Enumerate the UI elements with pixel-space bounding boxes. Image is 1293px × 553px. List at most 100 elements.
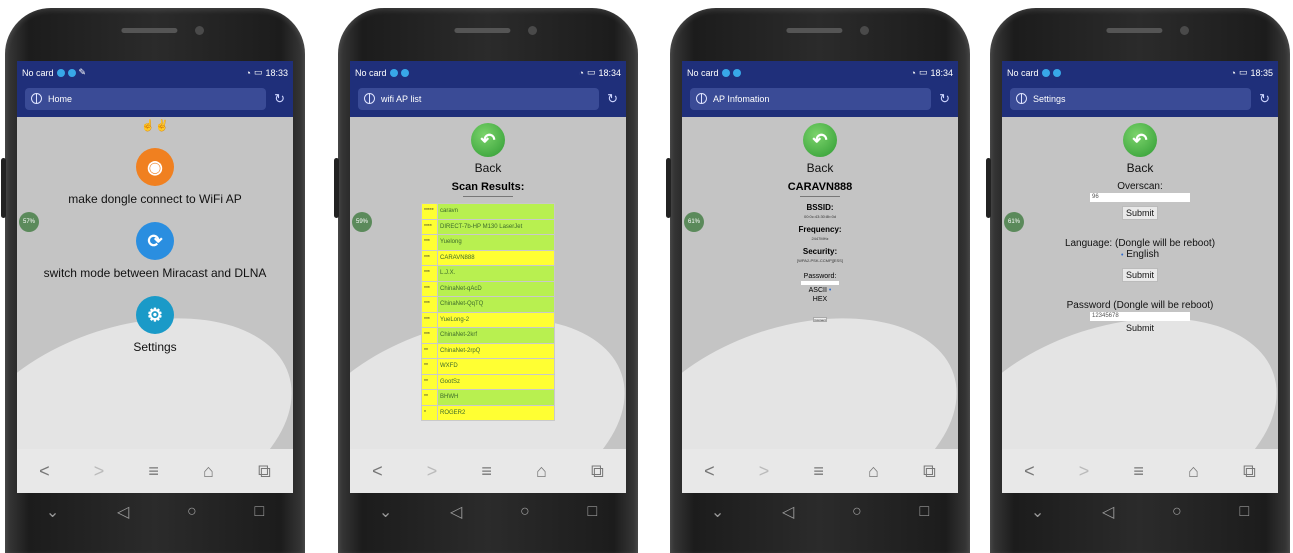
tabs-icon[interactable]: ⧉	[591, 461, 604, 482]
tabs-icon[interactable]: ⧉	[258, 461, 271, 482]
table-row[interactable]: * ROGER2	[421, 404, 555, 421]
chevron-down-icon[interactable]: ⌄	[711, 502, 724, 522]
ssid-link[interactable]: L.J.X.	[437, 265, 555, 282]
table-row[interactable]: *** YueLong-2	[421, 311, 555, 328]
home-icon[interactable]: ⌂	[203, 461, 214, 482]
connect-button[interactable]: Connect	[813, 317, 827, 322]
rss-icon: ◉	[136, 148, 174, 186]
refresh-icon[interactable]: ↻	[939, 91, 950, 107]
back-button[interactable]: ↶ Back	[1002, 123, 1278, 175]
recent-apps-icon[interactable]: □	[254, 503, 264, 521]
table-row[interactable]: ** BHWH	[421, 389, 555, 406]
table-row[interactable]: *** L.J.X.	[421, 265, 555, 282]
screen: No card ◔ ▭ 18:34 wifi AP list ↻ ↶ Back Sc…	[350, 61, 626, 493]
back-nav-icon[interactable]: <	[1024, 461, 1035, 482]
home-icon[interactable]: ⌂	[1188, 461, 1199, 482]
url-input[interactable]: Home	[25, 87, 267, 110]
url-input[interactable]: Settings	[1010, 87, 1252, 110]
back-icon[interactable]: ◁	[782, 502, 794, 522]
refresh-icon[interactable]: ↻	[1259, 91, 1270, 107]
ssid-link[interactable]: BHWH	[437, 389, 555, 406]
ssid-link[interactable]: Yuelong	[437, 234, 555, 251]
menu-icon[interactable]: ≡	[148, 461, 159, 482]
table-row[interactable]: *** CARAVN888	[421, 249, 555, 266]
ssid-link[interactable]: ChinaNet-2krf	[437, 327, 555, 344]
tabs-icon[interactable]: ⧉	[1243, 461, 1256, 482]
table-row[interactable]: *** ChinaNet-QqTQ	[421, 296, 555, 313]
menu-item-settings[interactable]: ⚙ Settings	[17, 296, 293, 354]
table-row[interactable]: ** GootSz	[421, 373, 555, 390]
screen: No card ✎ ◔ ▭ 18:33 Home ↻ ☝✌ ◉ make dongle…	[17, 61, 293, 493]
signal-quality: ***	[421, 280, 438, 297]
tabs-icon[interactable]: ⧉	[923, 461, 936, 482]
table-row[interactable]: *** ChinaNet-2krf	[421, 327, 555, 344]
security-value: [WPA2-PSK-CCMP][ESS]	[797, 258, 843, 263]
forward-nav-icon[interactable]: >	[427, 461, 438, 482]
url-input[interactable]: wifi AP list	[358, 87, 600, 110]
menu-icon[interactable]: ≡	[1133, 461, 1144, 482]
back-nav-icon[interactable]: <	[39, 461, 50, 482]
screen: No card ◔ ▭ 18:34 AP Infomation ↻ ↶ Back C…	[682, 61, 958, 493]
ssid-link[interactable]: YueLong-2	[437, 311, 555, 328]
table-row[interactable]: ***** caravn	[421, 203, 555, 220]
table-row[interactable]: *** ChinaNet-qAcD	[421, 280, 555, 297]
chevron-down-icon[interactable]: ⌄	[1031, 502, 1044, 522]
password-submit-button[interactable]: Submit	[1123, 322, 1157, 334]
chevron-down-icon[interactable]: ⌄	[379, 502, 392, 522]
menu-item-wifi[interactable]: ◉ make dongle connect to WiFi AP	[17, 148, 293, 206]
url-input[interactable]: AP Infomation	[690, 87, 932, 110]
home-icon[interactable]: ⌂	[868, 461, 879, 482]
ssid-link[interactable]: GootSz	[437, 373, 555, 390]
back-icon[interactable]: ◁	[117, 502, 129, 522]
table-row[interactable]: ** WXFD	[421, 358, 555, 375]
language-radio[interactable]: • English	[1002, 249, 1278, 260]
forward-nav-icon[interactable]: >	[759, 461, 770, 482]
ssid-link[interactable]: ROGER2	[437, 404, 555, 421]
ssid-link[interactable]: ChinaNet-QqTQ	[437, 296, 555, 313]
back-nav-icon[interactable]: <	[704, 461, 715, 482]
battery-icon: ▭	[586, 67, 596, 77]
overscan-submit-button[interactable]: Submit	[1121, 206, 1158, 220]
home-circle-icon[interactable]: ○	[1172, 503, 1182, 521]
ssid-link[interactable]: caravn	[437, 203, 555, 220]
menu-icon[interactable]: ≡	[813, 461, 824, 482]
security-label: Security:	[802, 247, 838, 256]
back-button[interactable]: ↶ Back	[682, 123, 958, 175]
forward-nav-icon[interactable]: >	[1079, 461, 1090, 482]
back-button[interactable]: ↶ Back	[350, 123, 626, 175]
table-row[interactable]: ** ChinaNet-2rpQ	[421, 342, 555, 359]
ap-name: CARAVN888	[787, 181, 853, 193]
page-content: ↶ Back Overscan: 96 Submit Language: (Do…	[1002, 117, 1278, 449]
back-icon[interactable]: ◁	[1102, 502, 1114, 522]
password-input[interactable]	[801, 281, 839, 285]
refresh-icon[interactable]: ↻	[607, 91, 618, 107]
menu-icon[interactable]: ≡	[481, 461, 492, 482]
recent-apps-icon[interactable]: □	[1239, 503, 1249, 521]
recent-apps-icon[interactable]: □	[919, 503, 929, 521]
ssid-link[interactable]: ChinaNet-2rpQ	[437, 342, 555, 359]
menu-label: switch mode between Miracast and DLNA	[43, 266, 267, 280]
overscan-input[interactable]: 96	[1090, 193, 1190, 202]
home-circle-icon[interactable]: ○	[520, 503, 530, 521]
forward-nav-icon[interactable]: >	[94, 461, 105, 482]
ascii-radio[interactable]: ASCII •	[682, 287, 958, 294]
ssid-link[interactable]: ChinaNet-qAcD	[437, 280, 555, 297]
ssid-link[interactable]: WXFD	[437, 358, 555, 375]
table-row[interactable]: **** DIRECT-7b-HP M130 LaserJet	[421, 218, 555, 235]
ssid-link[interactable]: CARAVN888	[437, 249, 555, 266]
chevron-down-icon[interactable]: ⌄	[46, 502, 59, 522]
scan-title: Scan Results:	[451, 181, 525, 193]
table-row[interactable]: *** Yuelong	[421, 234, 555, 251]
recent-apps-icon[interactable]: □	[587, 503, 597, 521]
home-circle-icon[interactable]: ○	[187, 503, 197, 521]
hex-radio[interactable]: HEX	[682, 296, 958, 303]
password-input[interactable]: 12345678	[1090, 312, 1190, 321]
back-nav-icon[interactable]: <	[372, 461, 383, 482]
ssid-link[interactable]: DIRECT-7b-HP M130 LaserJet	[437, 218, 555, 235]
language-submit-button[interactable]: Submit	[1121, 268, 1158, 282]
back-icon[interactable]: ◁	[450, 502, 462, 522]
home-circle-icon[interactable]: ○	[852, 503, 862, 521]
refresh-icon[interactable]: ↻	[274, 91, 285, 107]
home-icon[interactable]: ⌂	[536, 461, 547, 482]
menu-item-mode[interactable]: ⟳ switch mode between Miracast and DLNA	[17, 222, 293, 280]
